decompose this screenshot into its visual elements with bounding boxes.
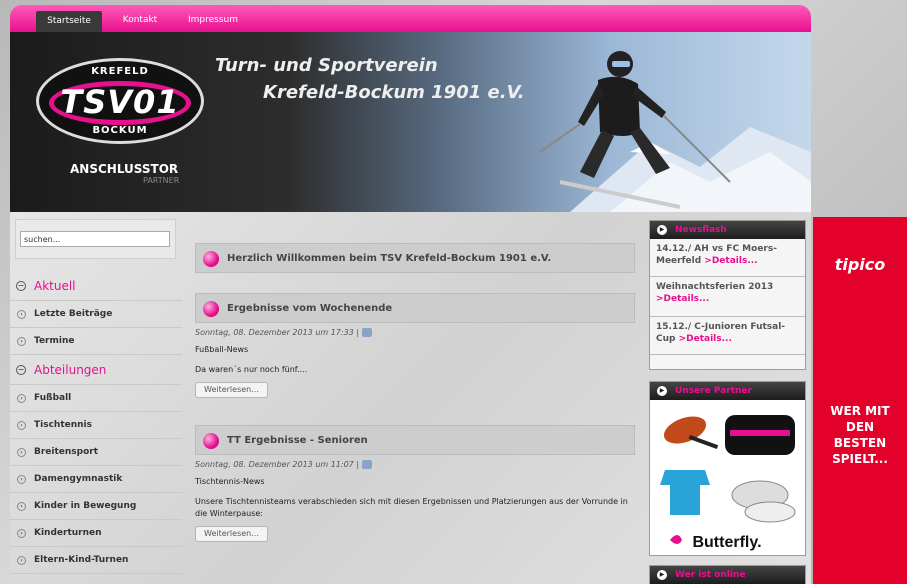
section-abteilungen[interactable]: − Abteilungen: [10, 355, 182, 385]
club-title-line1: Turn- und Sportverein: [215, 55, 438, 76]
butterfly-logo-text: Butterfly.: [692, 534, 761, 551]
left-sidebar: − Aktuell › Letzte Beiträge › Termine − …: [10, 212, 182, 574]
read-more-button[interactable]: Weiterlesen...: [195, 382, 268, 398]
article-title-bar[interactable]: Ergebnisse vom Wochenende: [195, 293, 635, 323]
print-icon[interactable]: [361, 460, 372, 469]
sidebar-item-termine[interactable]: › Termine: [10, 328, 182, 355]
pink-ball-icon: [203, 433, 219, 449]
print-icon[interactable]: [361, 328, 372, 337]
top-navigation: Startseite Kontakt Impressum: [10, 5, 811, 32]
play-icon: ▶: [657, 225, 667, 235]
article-teaser: Unsere Tischtennisteams verabschieden si…: [195, 497, 628, 518]
search-input[interactable]: [20, 231, 170, 247]
sidebar-item-kinderturnen[interactable]: › Kinderturnen: [10, 520, 182, 547]
newsflash-box: ▶ Newsflash 14.12./ AH vs FC Moers-Meerf…: [649, 220, 806, 370]
online-header: ▶ Wer ist online: [650, 566, 805, 584]
club-logo[interactable]: KREFELD TSV01 BOCKUM: [36, 58, 204, 144]
nav-startseite[interactable]: Startseite: [36, 11, 102, 32]
pink-ball-icon: [203, 301, 219, 317]
arrow-right-icon: ›: [17, 337, 26, 346]
ad-slogan: WER MIT DEN BESTEN SPIELT...: [830, 404, 890, 466]
arrow-right-icon: ›: [17, 310, 26, 319]
sidebar-item-damengymnastik[interactable]: › Damengymnastik: [10, 466, 182, 493]
news-item[interactable]: Weihnachtsferien 2013 >Details...: [650, 277, 805, 317]
logo-tsv-text: TSV01: [60, 83, 180, 121]
sidebar-item-breitensport[interactable]: › Breitensport: [10, 439, 182, 466]
sidebar-item-letzte-beitraege[interactable]: › Letzte Beiträge: [10, 301, 182, 328]
logo-krefeld-text: KREFELD: [91, 66, 149, 77]
butterfly-products-image[interactable]: Butterfly.: [650, 400, 805, 555]
arrow-right-icon: ›: [17, 475, 26, 484]
newsflash-header: ▶ Newsflash: [650, 221, 805, 239]
article-meta: Sonntag, 08. Dezember 2013 um 11:07 |: [195, 460, 635, 469]
sponsor-partner-label: PARTNER: [143, 176, 180, 185]
article-1: Ergebnisse vom Wochenende Sonntag, 08. D…: [195, 293, 635, 398]
arrow-right-icon: ›: [17, 394, 26, 403]
logo-bockum-text: BOCKUM: [92, 125, 148, 136]
tipico-logo: tipico: [834, 255, 886, 274]
sidebar-item-tischtennis[interactable]: › Tischtennis: [10, 412, 182, 439]
arrow-right-icon: ›: [17, 556, 26, 565]
sidebar-item-eltern-kind-turnen[interactable]: › Eltern-Kind-Turnen: [10, 547, 182, 574]
pink-ball-icon: [203, 251, 219, 267]
article-meta: Sonntag, 08. Dezember 2013 um 17:33 |: [195, 328, 635, 337]
sidebar-item-fussball[interactable]: › Fußball: [10, 385, 182, 412]
nav-impressum[interactable]: Impressum: [178, 5, 248, 32]
article-2: TT Ergebnisse - Senioren Sonntag, 08. De…: [195, 425, 635, 542]
tipico-advertisement[interactable]: tipico WER MIT DEN BESTEN SPIELT...: [813, 217, 907, 584]
sponsor-anschlusstor[interactable]: ANSCHLUSSTOR: [70, 162, 178, 176]
club-title-line2: Krefeld-Bockum 1901 e.V.: [263, 82, 525, 103]
nav-kontakt[interactable]: Kontakt: [114, 5, 166, 32]
welcome-heading: Herzlich Willkommen beim TSV Krefeld-Boc…: [195, 243, 635, 273]
skier-image: [539, 51, 731, 209]
main-column: Herzlich Willkommen beim TSV Krefeld-Boc…: [195, 212, 635, 542]
content-area: − Aktuell › Letzte Beiträge › Termine − …: [10, 212, 811, 584]
arrow-right-icon: ›: [17, 529, 26, 538]
partner-header: ▶ Unsere Partner: [650, 382, 805, 400]
arrow-right-icon: ›: [17, 421, 26, 430]
article-category: Fußball-News: [195, 345, 249, 354]
arrow-right-icon: ›: [17, 502, 26, 511]
section-aktuell[interactable]: − Aktuell: [10, 271, 182, 301]
club-title: Turn- und Sportverein Krefeld-Bockum 190…: [215, 52, 525, 106]
partner-box: ▶ Unsere Partner Butterfly.: [649, 381, 806, 556]
play-icon: ▶: [657, 570, 667, 580]
news-item[interactable]: 15.12./ C-Junioren Futsal-Cup >Details..…: [650, 317, 805, 355]
collapse-icon: −: [16, 365, 26, 375]
site-header: KREFELD TSV01 BOCKUM Turn- und Sportvere…: [10, 32, 811, 212]
article-teaser: Da waren´s nur noch fünf....: [195, 365, 308, 374]
news-item[interactable]: 14.12./ AH vs FC Moers-Meerfeld >Details…: [650, 239, 805, 277]
play-icon: ▶: [657, 386, 667, 396]
article-category: Tischtennis-News: [195, 477, 265, 486]
search-box: [15, 219, 176, 259]
site-container: Startseite Kontakt Impressum KREFELD TSV…: [10, 5, 811, 212]
read-more-button[interactable]: Weiterlesen...: [195, 526, 268, 542]
online-box: ▶ Wer ist online: [649, 565, 806, 584]
article-title-bar[interactable]: TT Ergebnisse - Senioren: [195, 425, 635, 455]
sidebar-item-kinder-in-bewegung[interactable]: › Kinder in Bewegung: [10, 493, 182, 520]
arrow-right-icon: ›: [17, 448, 26, 457]
collapse-icon: −: [16, 281, 26, 291]
